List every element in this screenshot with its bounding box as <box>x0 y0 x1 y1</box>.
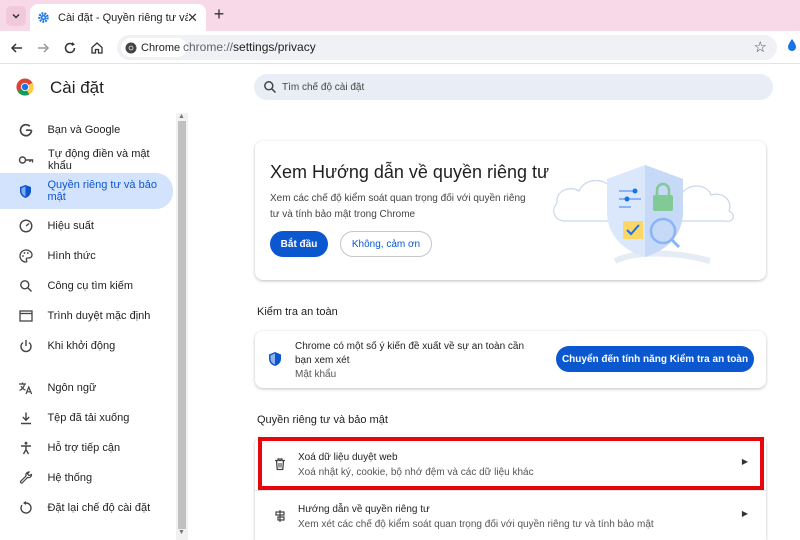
palette-icon <box>18 248 33 264</box>
sidebar-item-label: Hệ thống <box>47 472 93 484</box>
sidebar-item-on-startup[interactable]: Khi khởi động <box>0 329 173 363</box>
sidebar-item-performance[interactable]: Hiệu suất <box>0 209 173 243</box>
address-bar[interactable]: Chrome chrome://settings/privacy ☆ <box>117 35 777 60</box>
sidebar-item-label: Tệp đã tải xuống <box>47 412 130 424</box>
scroll-up-arrow-icon[interactable]: ▲ <box>178 113 185 120</box>
settings-gear-icon <box>36 11 50 25</box>
sidebar-item-label: Hình thức <box>47 250 96 262</box>
sidebar-item-appearance[interactable]: Hình thức <box>0 239 173 273</box>
sidebar-item-label: Tự động điền và mật khẩu <box>48 148 150 172</box>
chrome-logo-icon <box>16 78 34 96</box>
home-icon[interactable] <box>87 38 107 58</box>
sidebar-item-label: Hỗ trợ tiếp cận <box>47 442 121 454</box>
close-tab-icon[interactable]: ✕ <box>185 10 200 25</box>
privacy-guide-description: Xem các chế độ kiểm soát quan trọng đối … <box>270 193 526 220</box>
translate-icon <box>18 380 33 396</box>
power-icon <box>18 338 33 354</box>
scroll-down-arrow-icon[interactable]: ▼ <box>178 529 185 536</box>
sidebar: Bạn và Google Tự động điền và mật khẩu Q… <box>0 113 176 540</box>
sidebar-item-downloads[interactable]: Tệp đã tải xuống <box>0 401 173 435</box>
sidebar-item-label: Hiệu suất <box>47 220 94 232</box>
settings-header: Cài đặt <box>0 65 800 110</box>
sidebar-item-label: Ngôn ngữ <box>47 382 97 394</box>
extension-icon[interactable] <box>787 38 799 56</box>
chevron-right-icon: ▶ <box>741 509 748 518</box>
privacy-guide-title: Xem Hướng dẫn về quyền riêng tư <box>270 162 550 182</box>
privacy-guide-row[interactable]: Hướng dẫn về quyền riêng tư Xem xét các … <box>255 490 766 540</box>
chrome-logo-icon <box>125 42 137 53</box>
accessibility-icon <box>18 440 33 456</box>
url-path: settings/privacy <box>233 40 316 54</box>
search-icon <box>18 278 33 294</box>
tab-strip: Cài đặt - Quyền riêng tư và bảo mật ✕ + <box>0 0 800 31</box>
sidebar-item-system[interactable]: Hệ thống <box>0 461 173 495</box>
privacy-section-card: Xoá dữ liệu duyệt web Xoá nhật ký, cooki… <box>255 436 766 540</box>
download-icon <box>18 410 33 426</box>
go-to-safety-check-button[interactable]: Chuyển đến tính năng Kiểm tra an toàn <box>556 346 754 372</box>
row-subtitle: Xoá nhật ký, cookie, bộ nhớ đệm và các d… <box>298 467 534 478</box>
bookmark-star-icon[interactable]: ☆ <box>754 38 767 56</box>
active-tab[interactable]: Cài đặt - Quyền riêng tư và bảo mật ✕ <box>30 4 206 31</box>
scrollbar-thumb[interactable] <box>178 121 186 529</box>
settings-search-box[interactable] <box>254 74 773 100</box>
tab-search-button[interactable] <box>6 6 26 26</box>
key-icon <box>18 152 34 168</box>
speedometer-icon <box>18 218 33 234</box>
sidebar-item-privacy[interactable]: Quyền riêng tư và bảo mật <box>0 173 173 209</box>
sidebar-item-label: Đặt lại chế độ cài đặt <box>47 502 151 514</box>
row-title: Xoá dữ liệu duyệt web <box>298 452 398 463</box>
sidebar-item-default-browser[interactable]: Trình duyệt mặc định <box>0 299 173 333</box>
page-title: Cài đặt <box>50 78 104 97</box>
reset-icon <box>18 500 33 516</box>
sidebar-item-you-and-google[interactable]: Bạn và Google <box>0 113 173 147</box>
sidebar-item-label: Khi khởi động <box>47 340 116 352</box>
forward-icon[interactable] <box>33 38 53 58</box>
sidebar-item-label: Quyền riêng tư và bảo mật <box>47 179 157 203</box>
safety-check-heading: Kiểm tra an toàn <box>257 306 338 318</box>
sidebar-item-label: Công cụ tìm kiếm <box>47 280 134 292</box>
back-icon[interactable] <box>7 38 27 58</box>
tab-title: Cài đặt - Quyền riêng tư và bảo mật <box>58 11 188 24</box>
search-input[interactable] <box>282 78 752 96</box>
url-scheme: chrome:// <box>183 40 234 54</box>
sidebar-item-label: Bạn và Google <box>47 124 121 136</box>
sidebar-item-accessibility[interactable]: Hỗ trợ tiếp cận <box>0 431 173 465</box>
privacy-guide-icon <box>275 510 285 522</box>
sidebar-item-search-engine[interactable]: Công cụ tìm kiếm <box>0 269 173 303</box>
safety-check-title: Chrome có một số ý kiến đề xuất về sự an… <box>295 341 525 366</box>
sidebar-item-reset[interactable]: Đặt lại chế độ cài đặt <box>0 491 173 525</box>
start-button[interactable]: Bắt đầu <box>270 231 328 257</box>
site-chip-label: Chrome <box>141 41 181 54</box>
google-icon <box>18 122 33 138</box>
safety-shield-icon <box>269 352 281 366</box>
browser-window-icon <box>18 308 33 324</box>
url-text: chrome://settings/privacy <box>183 40 316 54</box>
chevron-down-icon <box>12 13 20 19</box>
shield-icon <box>18 183 33 199</box>
privacy-guide-card: Xem Hướng dẫn về quyền riêng tư Xem các … <box>255 141 766 280</box>
privacy-section-heading: Quyền riêng tư và bảo mật <box>257 414 388 426</box>
sidebar-item-autofill[interactable]: Tự động điền và mật khẩu <box>0 143 173 177</box>
toolbar: Chrome chrome://settings/privacy ☆ <box>0 31 800 64</box>
sidebar-scrollbar[interactable]: ▲ ▼ <box>176 113 188 540</box>
wrench-icon <box>18 470 33 486</box>
row-subtitle: Xem xét các chế độ kiểm soát quan trọng … <box>298 519 654 530</box>
sidebar-item-languages[interactable]: Ngôn ngữ <box>0 371 173 405</box>
clear-browsing-data-row[interactable]: Xoá dữ liệu duyệt web Xoá nhật ký, cooki… <box>255 438 766 488</box>
safety-check-subtitle: Mật khẩu <box>295 369 337 380</box>
search-icon <box>264 81 277 94</box>
safety-check-card: Chrome có một số ý kiến đề xuất về sự an… <box>255 331 766 388</box>
sidebar-item-label: Trình duyệt mặc định <box>47 310 151 322</box>
chevron-right-icon: ▶ <box>741 457 748 466</box>
no-thanks-button[interactable]: Không, cảm ơn <box>340 231 432 257</box>
privacy-shield-illustration <box>553 165 734 264</box>
trash-icon <box>275 458 285 471</box>
new-tab-icon[interactable]: + <box>210 5 228 24</box>
reload-icon[interactable] <box>60 38 80 58</box>
row-title: Hướng dẫn về quyền riêng tư <box>298 504 430 515</box>
site-chip[interactable]: Chrome <box>121 38 188 57</box>
